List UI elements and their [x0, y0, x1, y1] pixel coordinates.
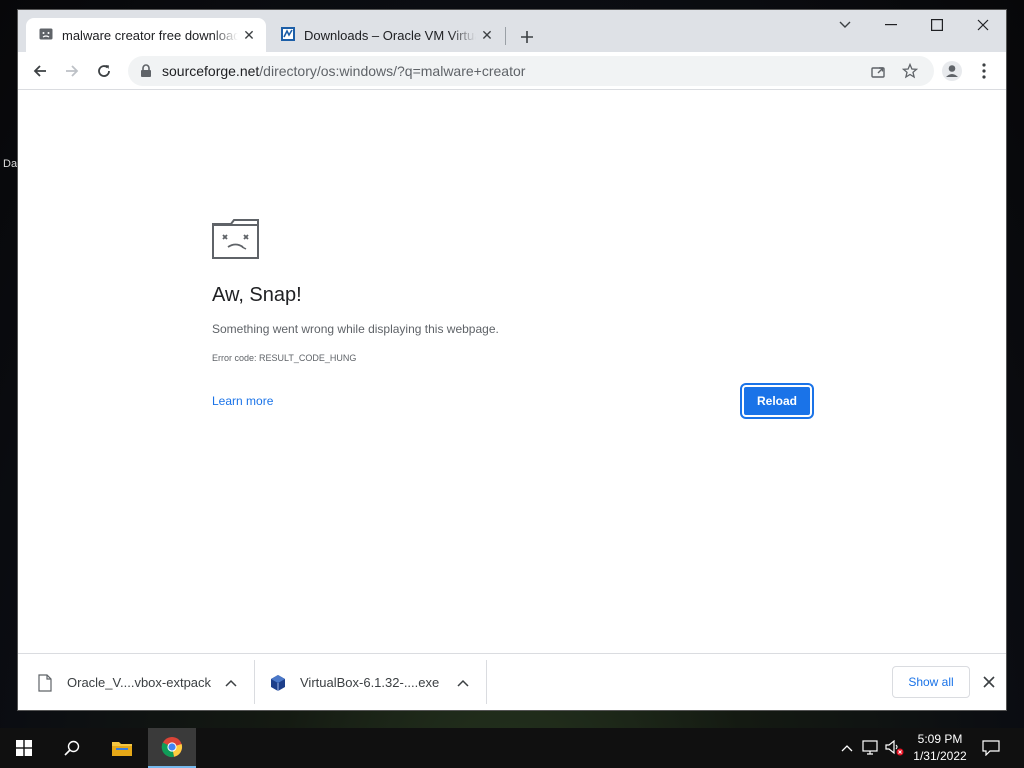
- close-icon: [977, 19, 989, 31]
- close-tab-icon[interactable]: ✕: [238, 24, 260, 46]
- url-text: sourceforge.net/directory/os:windows/?q=…: [162, 63, 525, 79]
- file-explorer-button[interactable]: [98, 728, 146, 768]
- clock-time: 5:09 PM: [917, 732, 963, 746]
- chevron-up-icon: [225, 679, 237, 687]
- notification-icon: [982, 740, 1000, 756]
- system-clock[interactable]: 5:09 PM 1/31/2022: [906, 731, 974, 765]
- shelf-divider: [486, 660, 487, 704]
- windows-logo-icon: [16, 740, 32, 756]
- volume-muted-icon: [885, 740, 904, 756]
- minimize-button[interactable]: [868, 10, 914, 40]
- download-shelf: Oracle_V....vbox-extpack VirtualBox-6.1.…: [18, 653, 1006, 710]
- clock-date: 1/31/2022: [913, 749, 967, 763]
- chrome-taskbar-button[interactable]: [148, 728, 196, 768]
- search-button[interactable]: [48, 728, 96, 768]
- tab-search-button[interactable]: [822, 10, 868, 40]
- folder-icon: [112, 742, 132, 756]
- close-icon: [983, 676, 995, 688]
- tab-title: malware creator free download -: [62, 27, 238, 43]
- error-code: Error code: RESULT_CODE_HUNG: [212, 353, 357, 363]
- virtualbox-icon: [271, 674, 285, 691]
- address-bar[interactable]: sourceforge.net/directory/os:windows/?q=…: [128, 56, 934, 86]
- network-button[interactable]: [860, 738, 882, 758]
- new-tab-button[interactable]: [514, 24, 540, 50]
- arrow-left-icon: [33, 65, 46, 77]
- search-icon: [64, 740, 80, 756]
- sad-page-icon: [38, 26, 54, 45]
- close-tab-icon[interactable]: ✕: [476, 24, 498, 46]
- maximize-button[interactable]: [914, 10, 960, 40]
- desktop-icon-label[interactable]: Da: [3, 158, 17, 170]
- reload-button[interactable]: Reload: [742, 385, 812, 417]
- browser-toolbar: sourceforge.net/directory/os:windows/?q=…: [18, 52, 1006, 90]
- bookmark-button[interactable]: [898, 60, 922, 82]
- forward-button[interactable]: [57, 56, 87, 86]
- file-icon: [38, 673, 52, 692]
- page-content: Aw, Snap! Something went wrong while dis…: [18, 90, 1006, 653]
- download-filename: VirtualBox-6.1.32-....exe: [300, 675, 440, 690]
- close-shelf-button[interactable]: [978, 671, 1000, 693]
- browser-window: malware creator free download - ✕ Downlo…: [18, 10, 1006, 710]
- tab-strip: malware creator free download - ✕ Downlo…: [18, 10, 1006, 52]
- profile-button[interactable]: [937, 56, 967, 86]
- action-center-button[interactable]: [980, 738, 1002, 758]
- download-options-button[interactable]: [216, 668, 246, 698]
- tab-title: Downloads – Oracle VM VirtualBox: [304, 27, 476, 43]
- url-path: /directory/os:windows/?q=malware+creator: [259, 63, 526, 79]
- chrome-icon: [161, 737, 183, 758]
- minimize-icon: [885, 24, 897, 26]
- reload-icon: [98, 65, 110, 77]
- show-all-button[interactable]: Show all: [892, 666, 970, 698]
- error-title: Aw, Snap!: [212, 284, 302, 306]
- sad-tab-icon: [211, 218, 261, 265]
- tab-virtualbox-downloads[interactable]: Downloads – Oracle VM VirtualBox ✕: [268, 18, 504, 52]
- chevron-down-icon: [839, 21, 851, 28]
- chevron-up-icon: [457, 679, 469, 687]
- more-vertical-icon: [982, 63, 986, 79]
- learn-more-link[interactable]: Learn more: [212, 394, 273, 408]
- chevron-up-icon: [841, 745, 853, 752]
- tab-malware-creator[interactable]: malware creator free download - ✕: [26, 18, 266, 52]
- download-options-button[interactable]: [448, 668, 478, 698]
- error-message: Something went wrong while displaying th…: [212, 322, 499, 336]
- network-icon: [862, 740, 878, 755]
- volume-button[interactable]: [884, 738, 906, 758]
- close-window-button[interactable]: [960, 10, 1006, 40]
- reload-toolbar-button[interactable]: [89, 56, 119, 86]
- start-button[interactable]: [0, 728, 48, 768]
- tab-separator: [505, 27, 506, 45]
- show-hidden-icons-button[interactable]: [836, 738, 858, 758]
- menu-button[interactable]: [969, 56, 999, 86]
- star-icon: [902, 63, 918, 79]
- back-button[interactable]: [25, 56, 55, 86]
- shelf-divider: [254, 660, 255, 704]
- plus-icon: [521, 31, 533, 43]
- arrow-right-icon: [66, 65, 79, 77]
- maximize-icon: [931, 19, 943, 31]
- avatar-icon: [942, 61, 962, 81]
- taskbar: 5:09 PM 1/31/2022: [0, 728, 1024, 768]
- share-icon: [871, 67, 885, 78]
- share-button[interactable]: [866, 60, 890, 82]
- virtualbox-icon: [280, 26, 296, 45]
- url-host: sourceforge.net: [162, 63, 260, 79]
- lock-icon[interactable]: [140, 64, 152, 78]
- download-filename: Oracle_V....vbox-extpack: [67, 675, 212, 690]
